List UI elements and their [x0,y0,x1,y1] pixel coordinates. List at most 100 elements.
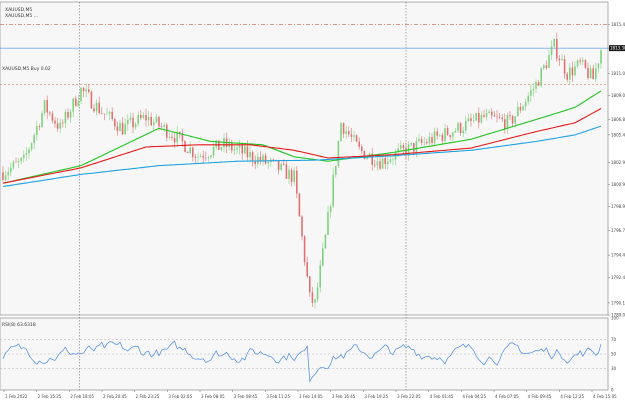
candle-body [59,122,61,129]
symbol-label: XAUUSD,M5 [5,7,32,13]
candle-body [506,114,509,130]
candle-body [475,113,477,121]
candle-body [530,90,532,96]
price-tick-label: 1811.00 [611,71,625,76]
candle-body [478,113,480,123]
candle-body [77,101,80,106]
candle-body [246,146,249,158]
candle-body [436,131,438,136]
candle-body [535,82,537,89]
candle-body [155,117,158,123]
candle-body [314,299,316,303]
candle-body [142,115,145,118]
candle-body [147,116,150,121]
candle-body [251,152,254,162]
time-tick-label: 4 Feb 15:05 [593,394,617,399]
rsi-tick-label: 30 [611,366,617,371]
candle-body [210,155,212,158]
candle-body [509,114,511,117]
candle-body [550,46,553,55]
candle-body [160,126,163,127]
candle-body [579,60,581,62]
candle-body [298,193,301,217]
candle-body [558,58,561,61]
candle-body [98,102,100,114]
candle-body [301,216,303,237]
candle-body [389,159,392,162]
candle-body [470,118,472,121]
candle-body [267,162,269,164]
candle-body [153,122,155,126]
candle-body [272,159,275,161]
candle-body [501,117,503,120]
candle-body [504,119,506,130]
candle-body [238,145,241,148]
candle-body [241,145,243,154]
candle-body [355,135,358,142]
price-tick-label: 1796.70 [611,228,625,233]
rsi-label: RSI(8) 63.6318 [2,322,36,328]
candle-body [569,67,571,80]
candle-body [483,114,485,117]
price-tick-label: 1798.90 [611,204,625,209]
candle-body [277,160,280,170]
candle-body [358,141,360,147]
candle-body [36,126,38,135]
price-chart[interactable]: XAUUSD,M5 XAUUSD,M5 ... XAUUSD,M5 Buy 0.… [0,0,625,402]
candle-body [82,87,85,92]
price-tick-label: 1790.10 [611,300,625,305]
candle-body [387,161,389,165]
time-tick-label: 4 Feb 01:45 [430,394,454,399]
candle-body [537,82,540,86]
candle-body [54,120,56,124]
candle-body [488,111,490,114]
time-tick-label: 4 Feb 12:25 [560,394,584,399]
time-tick-label: 3 Feb 11:25 [266,394,290,399]
candle-body [423,141,425,143]
candle-body [43,100,46,114]
candle-body [582,59,584,62]
candle-body [212,146,215,156]
sub-label: XAUUSD,M5 ... [5,13,38,19]
candle-body [197,156,199,158]
candle-body [264,155,267,164]
candle-body [15,161,17,163]
candle-body [324,234,327,249]
candle-body [69,111,72,118]
candle-body [17,161,20,163]
rsi-tick-label: 70 [611,337,617,342]
candle-body [446,128,449,136]
candle-body [103,113,106,115]
time-tick-label: 3 Feb 08:05 [201,394,225,399]
candle-body [280,163,282,170]
candle-body [449,135,451,137]
candle-body [491,111,493,116]
candle-body [262,155,264,162]
candle-body [30,143,33,150]
candle-body [571,67,574,76]
price-tick-label: 1806.80 [611,117,625,122]
rsi-tick-label: 100 [611,316,619,321]
candle-body [517,106,519,117]
candle-body [431,137,433,144]
candle-body [381,157,384,169]
current-price-label: 1813.30 [610,46,625,51]
candle-body [584,59,587,68]
candle-body [62,122,64,124]
time-tick-label: 2 Feb 23:25 [136,394,160,399]
candle-body [288,169,290,179]
candle-body [519,106,522,111]
candle-body [319,265,321,288]
candle-body [41,113,43,127]
candle-body [303,236,306,263]
candle-body [88,89,90,92]
candle-body [4,175,7,180]
candle-body [80,87,82,102]
candle-body [220,147,223,150]
candle-body [108,111,111,114]
candle-body [332,174,334,207]
candle-body [38,126,41,127]
candle-body [101,113,103,114]
candle-body [376,161,379,166]
rsi-tick-label: 50 [611,352,617,357]
